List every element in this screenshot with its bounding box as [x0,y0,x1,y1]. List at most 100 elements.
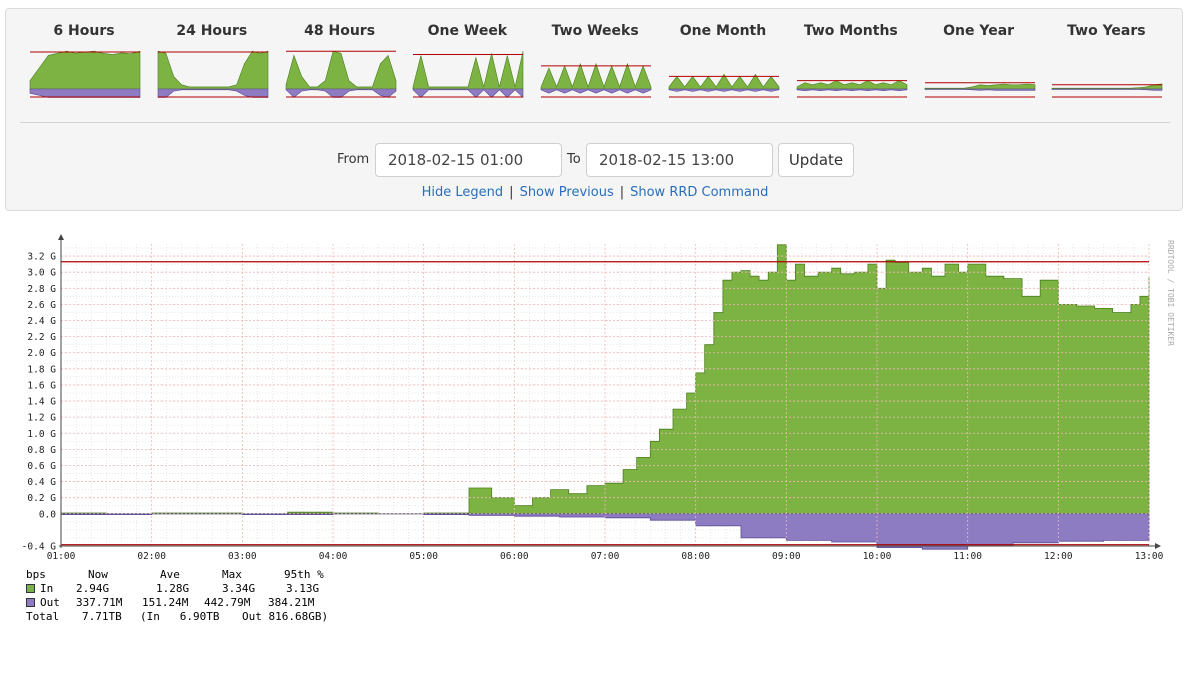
x-tick-label: 02:00 [137,551,166,562]
timespan-tab[interactable]: 24 Hours [148,21,276,116]
legend-row-out: Out 337.71M 151.24M 442.79M 384.21M [26,596,314,610]
show-rrd-command-link[interactable]: Show RRD Command [630,185,768,200]
rrdtool-watermark: RRDTOOL / TOBI OETIKER [1166,240,1175,346]
y-tick-label: 1.4 G [27,397,56,408]
timespan-tab[interactable]: One Year [915,21,1043,116]
timespan-tab-label: One Month [679,23,767,39]
timespan-tab-label: One Year [943,23,1015,39]
thumb-in-area [29,50,141,90]
timespan-thumbnail [1052,83,1163,98]
timespan-thumbnail [924,82,1035,98]
legend-now: 337.71M [76,596,123,609]
timespan-tab[interactable]: Two Years [1042,21,1170,116]
hide-legend-link[interactable]: Hide Legend [422,185,504,200]
y-tick-label: 0.6 G [27,461,56,472]
timespan-tab[interactable]: Two Months [787,21,915,116]
thumb-out-area [413,88,524,99]
legend-header: Ave [160,568,180,581]
thumb-out-area [668,88,780,92]
to-label: To [567,152,581,167]
link-separator: | [509,185,514,200]
legend-header: 95th % [284,568,324,581]
in-swatch [26,584,35,593]
timespan-tab-label: Two Months [803,23,898,39]
y-tick-label: 3.0 G [27,268,56,279]
x-tick-label: 12:00 [1044,551,1073,562]
y-tick-label: 1.0 G [27,429,56,440]
x-tick-label: 04:00 [319,551,348,562]
y-tick-label: 1.2 G [27,413,56,424]
x-tick-label: 11:00 [953,551,982,562]
timespan-thumbnail [413,51,524,99]
x-tick-label: 06:00 [500,551,529,562]
legend-series-name: In [40,582,54,595]
timespan-thumbnail [157,50,269,98]
legend-p95: 384.21M [268,596,315,609]
timespan-tab-label: One Week [427,23,508,39]
legend-series-name: Out [40,596,60,609]
timespan-tab[interactable]: Two Weeks [531,21,659,116]
legend-total-label: Total [26,610,60,623]
update-button[interactable]: Update [778,143,854,177]
y-tick-label: 0.4 G [27,477,56,488]
legend-row-total: Total 7.71TB (In 6.90TB Out 816.68GB) [26,610,328,624]
legend-row-in: In 2.94G 1.28G 3.34G 3.13G [26,582,319,596]
x-tick-label: 01:00 [47,551,76,562]
y-tick-label: 2.0 G [27,348,56,359]
link-separator: | [619,185,625,200]
x-tick-label: 13:00 [1135,551,1164,562]
legend-header: Now [88,568,108,581]
y-axis-arrow [58,234,64,240]
legend-ave: 1.28G [156,582,190,595]
from-date-input[interactable]: 2018-02-15 01:00 [375,143,562,177]
x-tick-label: 10:00 [863,551,892,562]
legend-ave: 151.24M [142,596,189,609]
timespan-tab[interactable]: 48 Hours [276,21,404,116]
legend-header: bps [26,568,46,581]
traffic-graph: 3.2 G 3.0 G 2.8 G 2.6 G 2.4 G 2.2 G 2.0 G 1.8 G… [22,234,1175,562]
timespan-tab-label: Two Weeks [551,23,639,39]
thumb-in-area [540,62,652,90]
legend-total-out: Out 816.68GB) [242,610,329,623]
y-tick-label: 3.2 G [27,252,56,263]
thumb-in-area [796,80,908,90]
y-tick-label: 2.8 G [27,284,56,295]
timespan-tab[interactable]: 6 Hours [20,21,148,116]
thumb-out-area [29,88,141,98]
x-tick-label: 05:00 [409,551,438,562]
timespan-thumbnail [29,50,141,98]
show-previous-link[interactable]: Show Previous [520,185,614,200]
graph-controls-panel: 6 Hours 24 Hours 48 Hours One Week Two Weeks… [5,8,1183,211]
legend-header-row: bps Now Ave Max 95th % [26,568,324,582]
thumb-in-area [285,50,396,90]
thumb-out-area [796,88,908,92]
y-tick-label: 2.4 G [27,316,56,327]
to-date-input[interactable]: 2018-02-15 13:00 [586,143,773,177]
thumb-in-area [157,50,269,90]
legend-max: 442.79M [204,596,251,609]
timespan-thumbnail [540,62,652,98]
x-tick-label: 03:00 [228,551,257,562]
y-tick-label: 1.6 G [27,380,56,391]
timespan-tabs: 6 Hours 24 Hours 48 Hours One Week Two Weeks… [20,21,1170,116]
y-tick-label: 0.0 [39,509,56,520]
legend-total-in: (In 6.90TB [140,610,220,623]
timespan-tab-label: 24 Hours [176,23,248,39]
graph-links: Hide Legend | Show Previous | Show RRD Comma… [6,185,1184,200]
y-tick-label: 2.6 G [27,300,56,311]
legend-header: Max [222,568,242,581]
thumb-in-area [924,83,1035,90]
y-tick-label: 0.2 G [27,493,56,504]
timespan-tab[interactable]: One Week [403,21,531,116]
out-swatch [26,598,35,607]
legend-total-value: 7.71TB [82,610,122,623]
timespan-tab[interactable]: One Month [659,21,787,116]
legend-p95: 3.13G [286,582,320,595]
thumb-out-area [285,88,396,98]
y-tick-label: 1.8 G [27,364,56,375]
graph-legend: bps Now Ave Max 95th % In 2.94G 1.28G 3.… [26,568,328,624]
timespan-thumbnail [285,50,396,98]
thumb-out-area [157,88,269,98]
y-tick-label: 0.8 G [27,445,56,456]
timespan-tab-label: 48 Hours [304,23,376,39]
